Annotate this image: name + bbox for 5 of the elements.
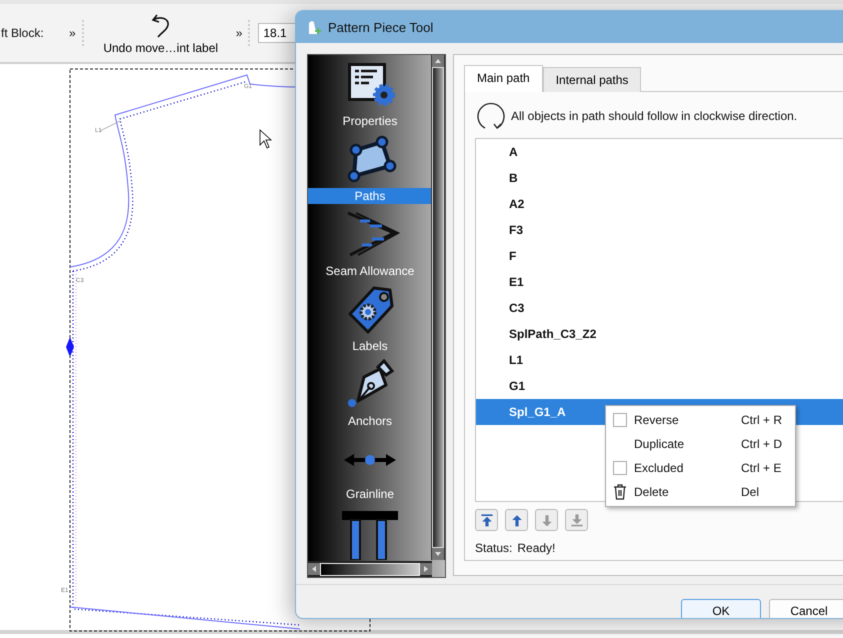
status-text: Ready!: [517, 541, 556, 555]
hint-text: All objects in path should follow in clockwise direction.: [511, 109, 798, 123]
toolbar-label: ft Block:: [1, 26, 45, 40]
status-label: Status:: [475, 541, 512, 555]
window-title: Pattern Piece Tool: [328, 20, 434, 34]
